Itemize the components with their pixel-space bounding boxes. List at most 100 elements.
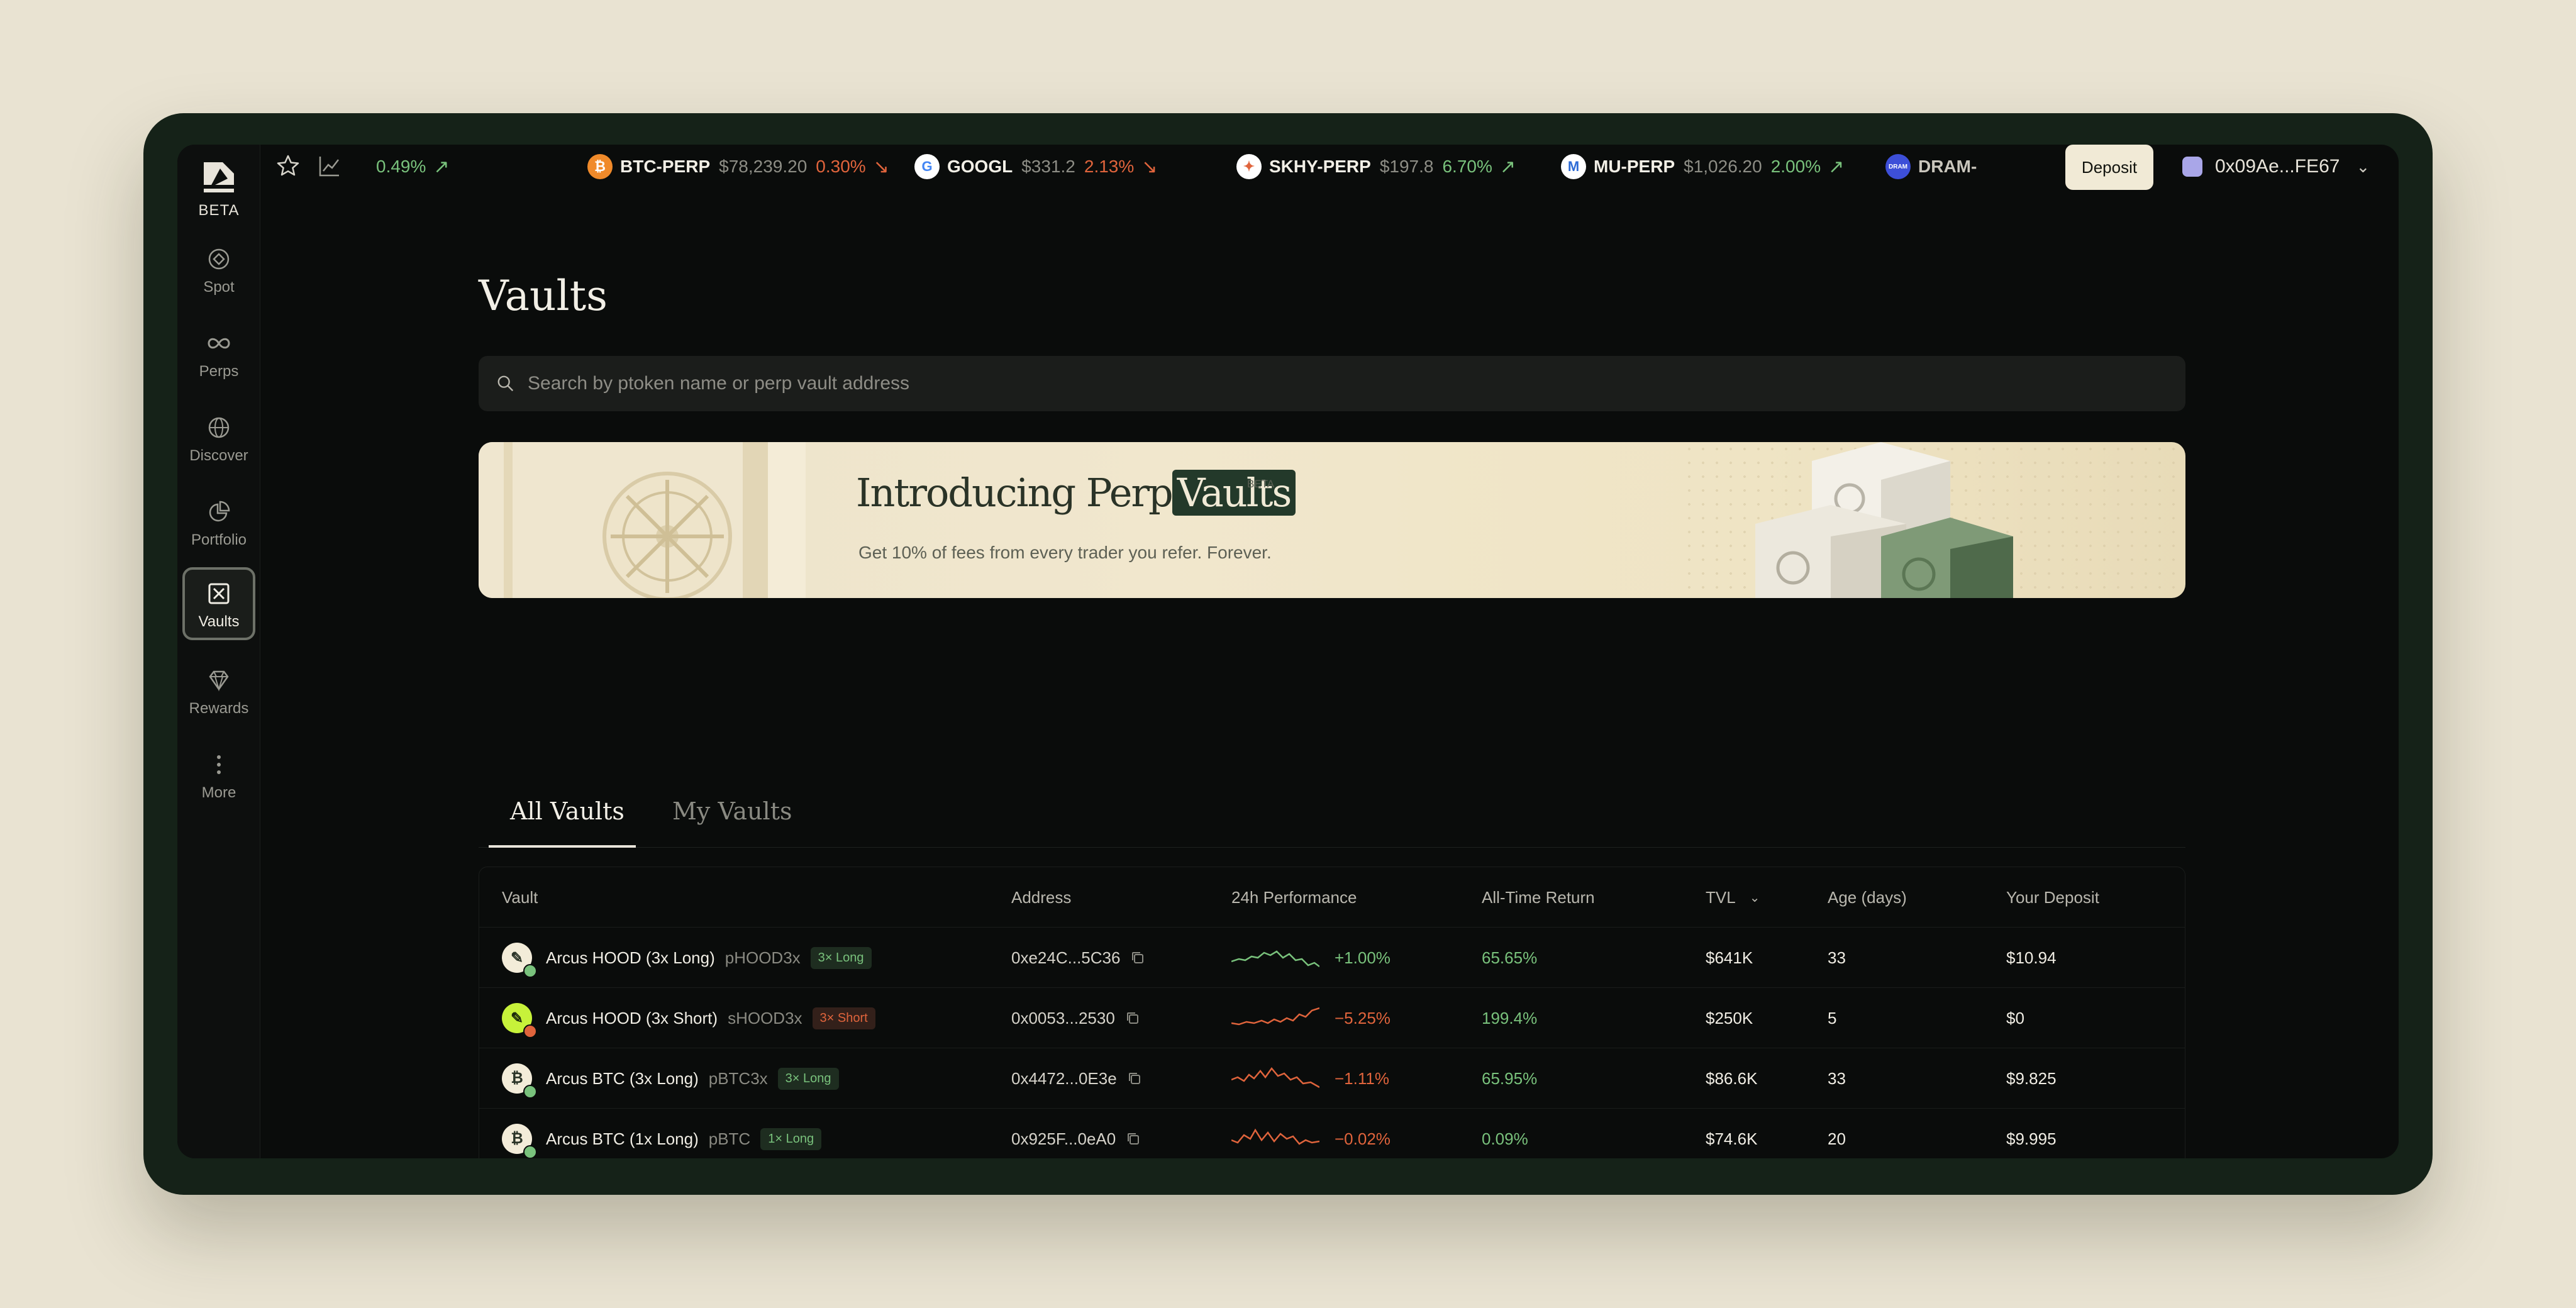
tab-my-vaults[interactable]: My Vaults: [672, 797, 792, 825]
all-time-return: 0.09%: [1482, 1129, 1528, 1148]
performance-value: −1.11%: [1335, 1068, 1389, 1088]
copy-icon[interactable]: [1126, 1131, 1141, 1146]
address-cell: 0x925F...0eA0: [1011, 1109, 1141, 1158]
tvl-value: $86.6K: [1706, 1068, 1758, 1088]
search-icon: [497, 375, 514, 392]
banner-beta-tag: BETA: [1247, 478, 1275, 490]
all-time-return: 199.4%: [1482, 1008, 1538, 1028]
device-frame: BETA Spot Perps Discover Portfolio Vault…: [143, 113, 2433, 1195]
header-age[interactable]: Age (days): [1828, 867, 1907, 928]
sidebar-item-perps[interactable]: Perps: [182, 317, 255, 390]
search-input[interactable]: [528, 373, 1785, 394]
address-cell: 0xe24C...5C36: [1011, 928, 1145, 988]
vault-token: pBTC3x: [708, 1068, 768, 1088]
table-body: ✎ Arcus HOOD (3x Long) pHOOD3x 3× Long 0xe24…: [479, 928, 2185, 1158]
header-your-deposit[interactable]: Your Deposit: [2006, 867, 2099, 928]
tab-all-vaults[interactable]: All Vaults: [510, 797, 625, 825]
performance-cell: −1.11%: [1231, 1048, 1389, 1109]
banner-headline-pill: Vaults: [1172, 470, 1296, 516]
diamond-icon: [209, 670, 229, 692]
banner-headline: Introducing Perp Vaults: [856, 470, 1296, 516]
performance-value: −5.25%: [1335, 1008, 1391, 1028]
sidebar-item-label: Spot: [203, 279, 235, 296]
tvl-value: $250K: [1706, 1008, 1753, 1028]
side-badge-icon: [523, 1145, 537, 1158]
banner-subtitle: Get 10% of fees from every trader you re…: [858, 543, 1272, 562]
age-value: 20: [1828, 1129, 1846, 1148]
vault-cubes-illustration: [1755, 442, 2013, 598]
table-header: Vault Address 24h Performance All-Time R…: [479, 867, 2185, 928]
vault-cell[interactable]: ₿ Arcus BTC (1x Long) pBTC 1× Long: [502, 1109, 822, 1158]
address-cell: 0x0053...2530: [1011, 988, 1140, 1048]
logo-icon: [204, 162, 234, 192]
vault-name: Arcus HOOD (3x Long): [546, 948, 715, 967]
sidebar: BETA Spot Perps Discover Portfolio Vault…: [177, 145, 260, 1158]
sidebar-item-spot[interactable]: Spot: [182, 233, 255, 306]
side-badge-icon: [523, 964, 537, 978]
globe-icon: [208, 417, 230, 438]
table-row[interactable]: ₿ Arcus BTC (1x Long) pBTC 1× Long 0x925F...…: [479, 1109, 2185, 1158]
age-value: 33: [1828, 1068, 1846, 1088]
copy-icon[interactable]: [1127, 1071, 1142, 1086]
ticker-item[interactable]: 0.49% ↗: [376, 145, 450, 189]
sidebar-item-more[interactable]: More: [182, 738, 255, 811]
age-value: 5: [1828, 1008, 1837, 1028]
performance-value: −0.02%: [1335, 1129, 1391, 1148]
sidebar-item-rewards[interactable]: Rewards: [182, 654, 255, 727]
chart-icon[interactable]: [317, 153, 342, 179]
sidebar-item-discover[interactable]: Discover: [182, 401, 255, 474]
header-tvl[interactable]: TVL ⌄: [1706, 867, 1760, 928]
sidebar-item-label: Portfolio: [191, 531, 247, 548]
header-all-time-return[interactable]: All-Time Return: [1482, 867, 1595, 928]
header-24h-performance[interactable]: 24h Performance: [1231, 867, 1357, 928]
leverage-badge: 3× Long: [777, 1067, 839, 1090]
copy-icon[interactable]: [1125, 1011, 1140, 1026]
vault-token-icon: ₿: [502, 1063, 537, 1099]
sparkline-chart: [1231, 950, 1319, 967]
vault-tabs: All Vaults My Vaults: [479, 782, 2185, 848]
promo-banner[interactable]: Introducing Perp Vaults BETA Get 10% of f…: [479, 442, 2185, 598]
vault-token: sHOOD3x: [728, 1008, 802, 1028]
table-row[interactable]: ✎ Arcus HOOD (3x Long) pHOOD3x 3× Long 0xe24…: [479, 928, 2185, 988]
wallet-address: 0x09Ae...FE67: [2215, 156, 2340, 177]
sparkline-chart: [1231, 1067, 1319, 1089]
age-value: 33: [1828, 948, 1846, 967]
vault-cell[interactable]: ✎ Arcus HOOD (3x Short) sHOOD3x 3× Short: [502, 988, 875, 1048]
vault-token-icon: ✎: [502, 1003, 537, 1038]
table-row[interactable]: ₿ Arcus BTC (3x Long) pBTC3x 3× Long 0x4472.…: [479, 1048, 2185, 1109]
table-row[interactable]: ✎ Arcus HOOD (3x Short) sHOOD3x 3× Short 0x0…: [479, 988, 2185, 1048]
all-time-return: 65.65%: [1482, 948, 1538, 967]
sidebar-item-portfolio[interactable]: Portfolio: [182, 485, 255, 558]
tvl-value: $641K: [1706, 948, 1753, 967]
header-tvl-label: TVL: [1706, 887, 1736, 907]
sidebar-item-label: More: [201, 784, 236, 801]
safe-door-illustration: [479, 442, 806, 598]
wallet-selector[interactable]: 0x09Ae...FE67 ⌄: [2182, 145, 2370, 189]
performance-cell: +1.00%: [1231, 928, 1391, 988]
sparkline-chart: [1231, 1007, 1319, 1026]
vault-token: pHOOD3x: [724, 948, 801, 967]
sidebar-item-vaults[interactable]: Vaults: [182, 567, 255, 640]
your-deposit-value: $9.995: [2006, 1129, 2057, 1148]
vault-token-icon: ₿: [502, 1124, 537, 1158]
vault-cell[interactable]: ₿ Arcus BTC (3x Long) pBTC3x 3× Long: [502, 1048, 839, 1109]
header-vault[interactable]: Vault: [502, 867, 538, 928]
main-content: Vaults Introducing PerpVaults BETA Get 1…: [479, 145, 2185, 1158]
side-badge-icon: [523, 1024, 537, 1038]
vault-address: 0x0053...2530: [1011, 1008, 1115, 1028]
vault-name: Arcus BTC (3x Long): [546, 1068, 699, 1088]
arrow-up-right-icon: ↗: [433, 156, 450, 177]
star-icon[interactable]: [275, 153, 301, 179]
vault-address: 0xe24C...5C36: [1011, 948, 1121, 967]
banner-headline-text: Introducing Perp: [856, 470, 1174, 516]
leverage-badge: 3× Long: [810, 946, 872, 969]
search-bar[interactable]: [479, 356, 2185, 411]
copy-icon[interactable]: [1130, 950, 1145, 965]
header-address[interactable]: Address: [1011, 867, 1071, 928]
vault-cell[interactable]: ✎ Arcus HOOD (3x Long) pHOOD3x 3× Long: [502, 928, 872, 988]
sidebar-item-label: Perps: [199, 363, 239, 380]
vaults-table: Vault Address 24h Performance All-Time R…: [479, 867, 2185, 1158]
app-logo[interactable]: BETA: [177, 160, 260, 219]
your-deposit-value: $9.825: [2006, 1068, 2057, 1088]
vault-name: Arcus BTC (1x Long): [546, 1129, 699, 1148]
